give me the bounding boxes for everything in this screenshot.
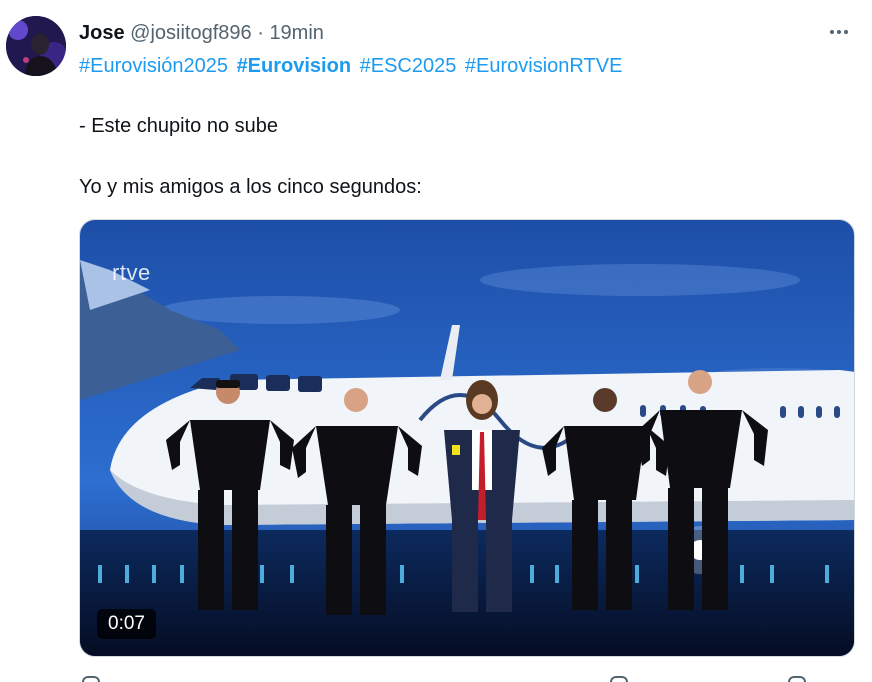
hashtag-link[interactable]: #ESC2025 (360, 55, 457, 77)
author-handle[interactable]: @josiitogf896 (130, 22, 251, 44)
hashtag-line: #Eurovisión2025 #Eurovision #ESC2025 #Eu… (79, 52, 625, 80)
reply-icon[interactable] (82, 676, 100, 682)
views-icon[interactable] (610, 676, 628, 682)
timestamp[interactable]: 19min (269, 22, 323, 44)
avatar-image (6, 16, 66, 76)
hashtag-link[interactable]: #EurovisionRTVE (465, 55, 622, 77)
tweet-text-line: - Este chupito no sube (79, 115, 279, 137)
video-player[interactable]: rtve 0:07 (79, 219, 855, 657)
hashtag-link[interactable]: #Eurovisión2025 (79, 55, 228, 77)
bookmark-icon[interactable] (788, 676, 806, 682)
video-duration-badge: 0:07 (97, 609, 156, 639)
author-name[interactable]: Jose (79, 22, 125, 44)
hashtag-link[interactable]: #Eurovision (237, 55, 351, 77)
tweet-header: Jose @josiitogf896 · 19min (79, 19, 852, 47)
tweet-text-line: Yo y mis amigos a los cinco segundos: (79, 176, 422, 198)
separator: · (257, 22, 264, 44)
video-frame (80, 220, 854, 656)
avatar[interactable] (6, 16, 66, 76)
channel-watermark: rtve (112, 260, 151, 285)
more-icon[interactable] (824, 18, 854, 46)
